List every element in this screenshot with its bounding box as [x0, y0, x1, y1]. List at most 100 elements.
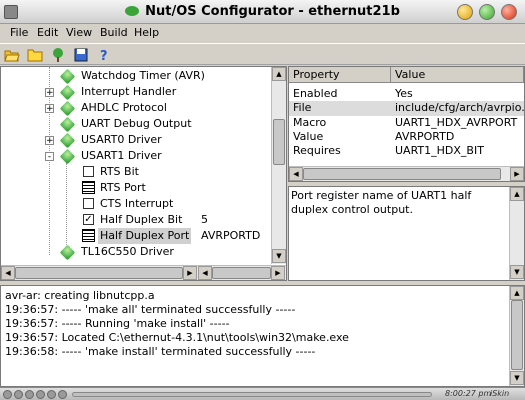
- scroll-thumb[interactable]: [15, 267, 183, 279]
- tree-item[interactable]: RTS Bit: [1, 164, 271, 180]
- tree-item-label: RTS Port: [100, 181, 146, 194]
- prev-icon[interactable]: [14, 390, 23, 399]
- scroll-right-icon[interactable]: ▶: [183, 266, 197, 280]
- window-title: Nut/OS Configurator - ethernut21b: [0, 0, 525, 24]
- tree-icon[interactable]: [50, 47, 66, 63]
- property-name: Enabled: [293, 87, 338, 100]
- property-value: UART1_HDX_BIT: [395, 144, 484, 157]
- description-text: Port register name of UART1 half duplex …: [291, 189, 472, 216]
- log-line: 19:36:58: ----- 'make install' terminate…: [5, 345, 316, 358]
- property-horizontal-scrollbar[interactable]: ◀ ▶: [289, 166, 524, 181]
- close-button[interactable]: [501, 4, 517, 20]
- tree-item-label: Half Duplex Bit: [100, 213, 183, 226]
- property-value: AVRPORTD: [395, 130, 455, 143]
- option-icon: [82, 181, 95, 194]
- tree-item-selected[interactable]: Half Duplex Port AVRPORTD: [1, 228, 271, 244]
- module-icon: [59, 68, 76, 85]
- column-header-property[interactable]: Property: [289, 67, 391, 83]
- module-icon: [59, 132, 76, 149]
- tree-item[interactable]: RTS Port: [1, 180, 271, 196]
- expand-icon[interactable]: +: [45, 88, 54, 98]
- tree-item-label: TL16C550 Driver: [81, 245, 174, 258]
- module-icon: [59, 148, 76, 165]
- scroll-right-icon[interactable]: ▶: [271, 266, 285, 280]
- option-icon: [82, 229, 95, 242]
- scroll-left-icon[interactable]: ◀: [289, 167, 303, 181]
- menu-help[interactable]: Help: [134, 26, 159, 39]
- log-line: 19:36:57: ----- Running 'make install' -…: [5, 317, 230, 330]
- play-icon[interactable]: [36, 390, 45, 399]
- scroll-thumb[interactable]: [212, 267, 271, 279]
- open-folder-icon[interactable]: [4, 47, 20, 63]
- status-bar: 8:00:27 pm iSkin: [0, 387, 525, 400]
- build-log: avr-ar: creating libnutcpp.a 19:36:57: -…: [0, 285, 525, 387]
- stop-icon[interactable]: [25, 390, 34, 399]
- value-horizontal-scrollbar[interactable]: ◀ ▶: [198, 265, 286, 280]
- property-name: Macro: [293, 116, 327, 129]
- app-logo-icon: [125, 6, 140, 16]
- tree-item-label: RTS Bit: [100, 165, 139, 178]
- menu-build[interactable]: Build: [100, 26, 128, 39]
- tree-item[interactable]: ✓ Half Duplex Bit 5: [1, 212, 271, 228]
- scroll-thumb[interactable]: [511, 300, 523, 370]
- log-scrollbar[interactable]: ▲ ▼: [509, 286, 524, 386]
- scroll-down-icon[interactable]: ▼: [510, 371, 524, 385]
- tree-horizontal-scrollbar[interactable]: ◀ ▶: [1, 265, 198, 280]
- folder-icon[interactable]: [27, 47, 43, 63]
- rewind-icon[interactable]: [3, 390, 12, 399]
- toolbar: ?: [0, 43, 525, 65]
- menu-file[interactable]: File: [10, 26, 28, 39]
- tree-item[interactable]: + Interrupt Handler: [1, 84, 271, 101]
- log-line: 19:36:57: ----- 'make all' terminated su…: [5, 303, 296, 316]
- tree-item[interactable]: + USART0 Driver: [1, 132, 271, 149]
- tree-item[interactable]: - USART1 Driver: [1, 148, 271, 165]
- expand-icon[interactable]: +: [45, 136, 54, 146]
- scroll-up-icon[interactable]: ▲: [510, 187, 524, 201]
- help-icon[interactable]: ?: [96, 47, 112, 63]
- scroll-right-icon[interactable]: ▶: [510, 167, 524, 181]
- checkbox-checked[interactable]: ✓: [83, 214, 94, 225]
- scroll-thumb[interactable]: [273, 119, 285, 165]
- checkbox[interactable]: [83, 198, 94, 209]
- collapse-icon[interactable]: -: [45, 152, 54, 162]
- tree-item-label: USART1 Driver: [81, 149, 162, 162]
- tree-item[interactable]: CTS Interrupt: [1, 196, 271, 212]
- checkbox[interactable]: [83, 166, 94, 177]
- scroll-down-icon[interactable]: ▼: [272, 249, 286, 263]
- save-icon[interactable]: [73, 47, 89, 63]
- scroll-left-icon[interactable]: ◀: [198, 266, 212, 280]
- component-tree[interactable]: Watchdog Timer (AVR) + Interrupt Handler…: [0, 66, 287, 281]
- menu-edit[interactable]: Edit: [37, 26, 58, 39]
- column-header-value[interactable]: Value: [391, 67, 524, 83]
- expand-icon[interactable]: +: [45, 104, 54, 114]
- module-icon: [59, 100, 76, 117]
- minimize-button[interactable]: [457, 4, 473, 20]
- log-line: 19:36:57: Located C:\ethernut-4.3.1\nut\…: [5, 331, 349, 344]
- maximize-button[interactable]: [479, 4, 495, 20]
- seek-bar[interactable]: [72, 392, 432, 397]
- log-line: avr-ar: creating libnutcpp.a: [5, 289, 155, 302]
- tree-vertical-scrollbar[interactable]: ▲ ▼: [271, 67, 286, 264]
- window-title-text: Nut/OS Configurator - ethernut21b: [145, 4, 400, 19]
- tree-item[interactable]: TL16C550 Driver: [1, 244, 271, 261]
- next-icon[interactable]: [47, 390, 56, 399]
- scroll-up-icon[interactable]: ▲: [272, 67, 286, 81]
- scroll-up-icon[interactable]: ▲: [510, 286, 524, 300]
- status-time: 8:00:27 pm: [445, 389, 492, 398]
- menu-view[interactable]: View: [66, 26, 92, 39]
- tree-item[interactable]: UART Debug Output: [1, 116, 271, 133]
- scroll-left-icon[interactable]: ◀: [1, 266, 15, 280]
- tree-item-label: UART Debug Output: [81, 117, 192, 130]
- property-table[interactable]: Property Value Enabled Yes File include/…: [288, 66, 525, 182]
- tree-item[interactable]: Watchdog Timer (AVR): [1, 68, 271, 85]
- property-value: include/cfg/arch/avrpio.h: [395, 101, 524, 114]
- forward-icon[interactable]: [58, 390, 67, 399]
- status-brand: iSkin: [490, 389, 510, 398]
- description-panel: Port register name of UART1 half duplex …: [288, 186, 525, 281]
- tree-item-value: 5: [201, 213, 208, 226]
- description-scrollbar[interactable]: ▲ ▼: [509, 187, 524, 280]
- scroll-thumb[interactable]: [303, 168, 501, 180]
- scroll-down-icon[interactable]: ▼: [510, 265, 524, 279]
- tree-item-label: CTS Interrupt: [100, 197, 174, 210]
- tree-item[interactable]: + AHDLC Protocol: [1, 100, 271, 117]
